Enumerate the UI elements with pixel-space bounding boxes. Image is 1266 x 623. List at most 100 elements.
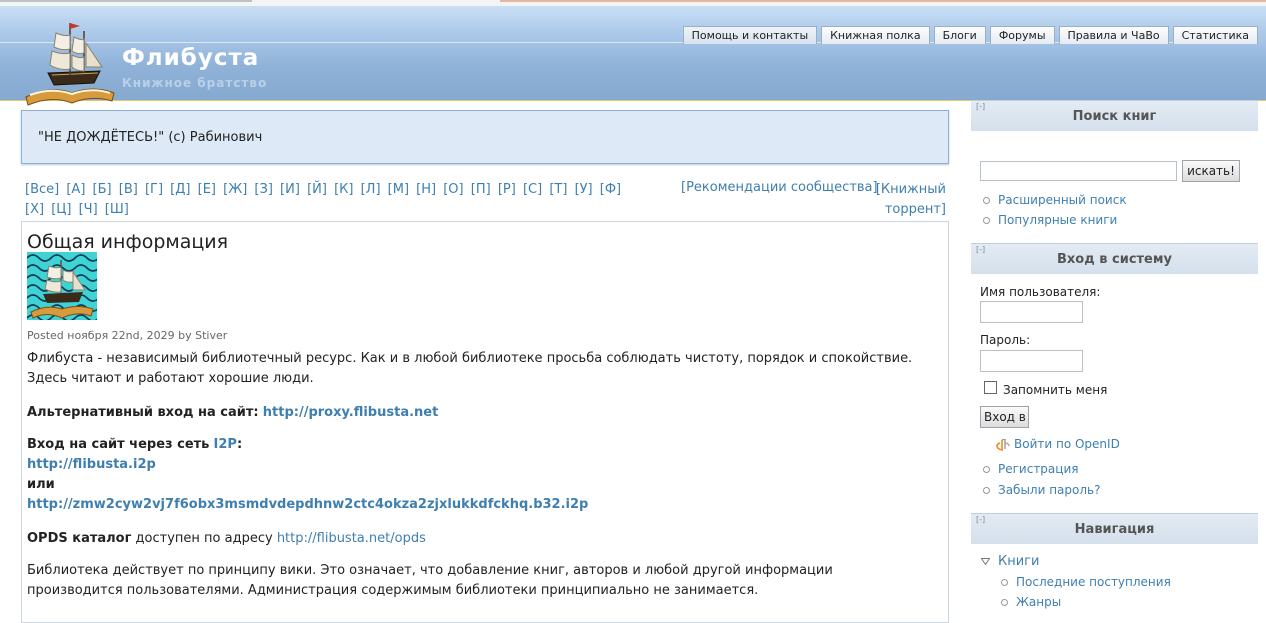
- top-strip-left: [0, 0, 252, 2]
- bullet-icon: [1001, 579, 1008, 586]
- tab-forums[interactable]: Форумы: [989, 26, 1055, 44]
- bullet-icon: [983, 197, 990, 204]
- book-torrent-link[interactable]: [Книжный торрент]: [850, 180, 946, 220]
- alphabet-row-1: [Все] [А] [Б] [В] [Г] [Д] [Е] [Ж] [З] [И…: [25, 182, 624, 217]
- alphabet-letter-link-9[interactable]: [И]: [280, 182, 300, 197]
- alphabet-letter-link-21[interactable]: [Ф]: [600, 182, 621, 197]
- tab-statistics[interactable]: Статистика: [1172, 26, 1258, 44]
- alphabet-letter-link-24[interactable]: [Ч]: [79, 202, 98, 217]
- navigation-block-title: Навигация: [1074, 522, 1155, 537]
- register-label[interactable]: Регистрация: [998, 462, 1078, 476]
- book-torrent-line-1[interactable]: [Книжный: [876, 182, 946, 197]
- opds-paragraph: OPDS каталог доступен по адресу http://f…: [27, 529, 927, 549]
- alphabet-letter-link-12[interactable]: [Л]: [361, 182, 381, 197]
- username-label: Имя пользователя:: [980, 285, 1101, 299]
- advanced-search-link[interactable]: Расширенный поиск: [983, 193, 1127, 207]
- site-slogan: Книжное братство: [122, 76, 268, 90]
- alphabet-letter-link-11[interactable]: [К]: [334, 182, 353, 197]
- nav-item-latest[interactable]: Последние поступления: [1001, 575, 1171, 589]
- search-block-title: Поиск книг: [1072, 109, 1157, 124]
- openid-login-link[interactable]: Войти по OpenID: [996, 437, 1120, 451]
- nav-genres-label[interactable]: Жанры: [1016, 595, 1061, 609]
- alphabet-letter-link-16[interactable]: [П]: [471, 182, 491, 197]
- i2p-colon: :: [236, 437, 243, 452]
- popular-books-link[interactable]: Популярные книги: [983, 213, 1117, 227]
- bullet-icon: [1001, 599, 1008, 606]
- alphabet-letter-link-8[interactable]: [З]: [254, 182, 272, 197]
- ship-picture-icon: [27, 252, 97, 320]
- top-strip-right: [500, 0, 1266, 2]
- community-recommendations-link[interactable]: [Рекомендации сообщества]: [681, 180, 878, 195]
- login-block-title: Вход в систему: [1057, 252, 1172, 267]
- alphabet-letter-link-17[interactable]: [Р]: [498, 182, 516, 197]
- password-label: Пароль:: [980, 333, 1031, 347]
- tab-rules-faq[interactable]: Правила и ЧаВо: [1058, 26, 1169, 44]
- alphabet-letter-link-2[interactable]: [Б]: [93, 182, 112, 197]
- password-field[interactable]: [980, 350, 1083, 372]
- alphabet-letter-link-23[interactable]: [Ц]: [51, 202, 71, 217]
- openid-login-label[interactable]: Войти по OpenID: [1014, 437, 1120, 451]
- nav-books-label[interactable]: Книги: [998, 554, 1039, 569]
- bullet-icon: [983, 487, 990, 494]
- alphabet-letter-link-18[interactable]: [С]: [523, 182, 542, 197]
- alphabet-letter-link-1[interactable]: [А]: [66, 182, 85, 197]
- forgot-password-label[interactable]: Забыли пароль?: [998, 483, 1100, 497]
- nav-item-books[interactable]: Книги: [980, 554, 1039, 569]
- tab-help-contacts[interactable]: Помощь и контакты: [682, 26, 818, 44]
- advanced-search-label[interactable]: Расширенный поиск: [998, 193, 1127, 207]
- i2p-url-1[interactable]: http://flibusta.i2p: [27, 457, 156, 472]
- search-button[interactable]: искать!: [1182, 160, 1240, 182]
- alphabet-letter-link-10[interactable]: [Й]: [307, 182, 327, 197]
- quote-banner: "НЕ ДОЖДЁТЕСЬ!" (с) Рабинович: [21, 110, 949, 164]
- alphabet-letter-link-15[interactable]: [О]: [443, 182, 463, 197]
- remember-me-checkbox[interactable]: [984, 381, 997, 394]
- bullet-icon: [983, 466, 990, 473]
- wiki-paragraph: Библиотека действует по принципу вики. Э…: [27, 563, 833, 598]
- opds-link[interactable]: http://flibusta.net/opds: [277, 531, 426, 546]
- alphabet-letter-link-3[interactable]: [В]: [119, 182, 138, 197]
- alphabet-letter-link-20[interactable]: [У]: [575, 182, 593, 197]
- ship-logo-icon[interactable]: [22, 15, 118, 107]
- main-content: Общая информация Posted ноября 22nd, 202…: [21, 221, 949, 623]
- i2p-link[interactable]: I2P: [214, 437, 237, 452]
- book-torrent-line-2[interactable]: торрент]: [885, 202, 946, 217]
- navigation-block-header: [-] Навигация: [971, 513, 1258, 544]
- alphabet-letter-link-5[interactable]: [Д]: [170, 182, 190, 197]
- alphabet-letter-link-14[interactable]: [Н]: [416, 182, 436, 197]
- proxy-link[interactable]: http://proxy.flibusta.net: [263, 405, 439, 420]
- tab-blogs[interactable]: Блоги: [933, 26, 986, 44]
- alphabet-letter-link-22[interactable]: [Х]: [25, 202, 44, 217]
- opds-text: доступен по адресу: [135, 531, 273, 546]
- remember-me-label[interactable]: Запомнить меня: [1003, 383, 1107, 397]
- popular-books-label[interactable]: Популярные книги: [998, 213, 1117, 227]
- search-input[interactable]: [980, 161, 1177, 181]
- i2p-url-2[interactable]: http://zmw2cyw2vj7f6obx3msmdvdepdhnw2ctc…: [27, 497, 588, 512]
- bullet-icon: [983, 217, 990, 224]
- alphabet-letter-link-0[interactable]: [Все]: [25, 182, 59, 197]
- username-field[interactable]: [980, 301, 1083, 323]
- register-link[interactable]: Регистрация: [983, 462, 1078, 476]
- alphabet-letter-link-4[interactable]: [Г]: [145, 182, 163, 197]
- sidebar: [-] Поиск книг искать! Расширенный поиск…: [971, 100, 1258, 613]
- openid-icon: [996, 437, 1010, 451]
- alphabet-letter-link-25[interactable]: [Ш]: [105, 202, 129, 217]
- expanded-triangle-icon: [980, 558, 991, 566]
- site-title[interactable]: Флибуста: [122, 45, 259, 71]
- alphabet-letter-link-19[interactable]: [Т]: [549, 182, 567, 197]
- login-button[interactable]: Вход в с: [980, 406, 1029, 428]
- quote-text: "НЕ ДОЖДЁТЕСЬ!" (с) Рабинович: [38, 130, 263, 145]
- login-block-header: [-] Вход в систему: [971, 243, 1258, 274]
- alphabet-letter-link-13[interactable]: [М]: [388, 182, 409, 197]
- forgot-password-link[interactable]: Забыли пароль?: [983, 483, 1100, 497]
- search-block-header: [-] Поиск книг: [971, 100, 1258, 131]
- alt-entry-paragraph: Альтернативный вход на сайт: http://prox…: [27, 403, 927, 423]
- i2p-paragraph: Вход на сайт через сеть I2P: http://flib…: [27, 435, 927, 515]
- alphabet-letter-link-7[interactable]: [Ж]: [223, 182, 247, 197]
- alphabet-letter-link-6[interactable]: [Е]: [198, 182, 216, 197]
- intro-paragraph: Флибуста - независимый библиотечный ресу…: [27, 351, 913, 386]
- nav-latest-label[interactable]: Последние поступления: [1016, 575, 1171, 589]
- opds-label: OPDS каталог: [27, 531, 132, 546]
- tab-bookshelf[interactable]: Книжная полка: [821, 26, 930, 44]
- alt-entry-label: Альтернативный вход на сайт:: [27, 405, 259, 420]
- nav-item-genres[interactable]: Жанры: [1001, 595, 1061, 609]
